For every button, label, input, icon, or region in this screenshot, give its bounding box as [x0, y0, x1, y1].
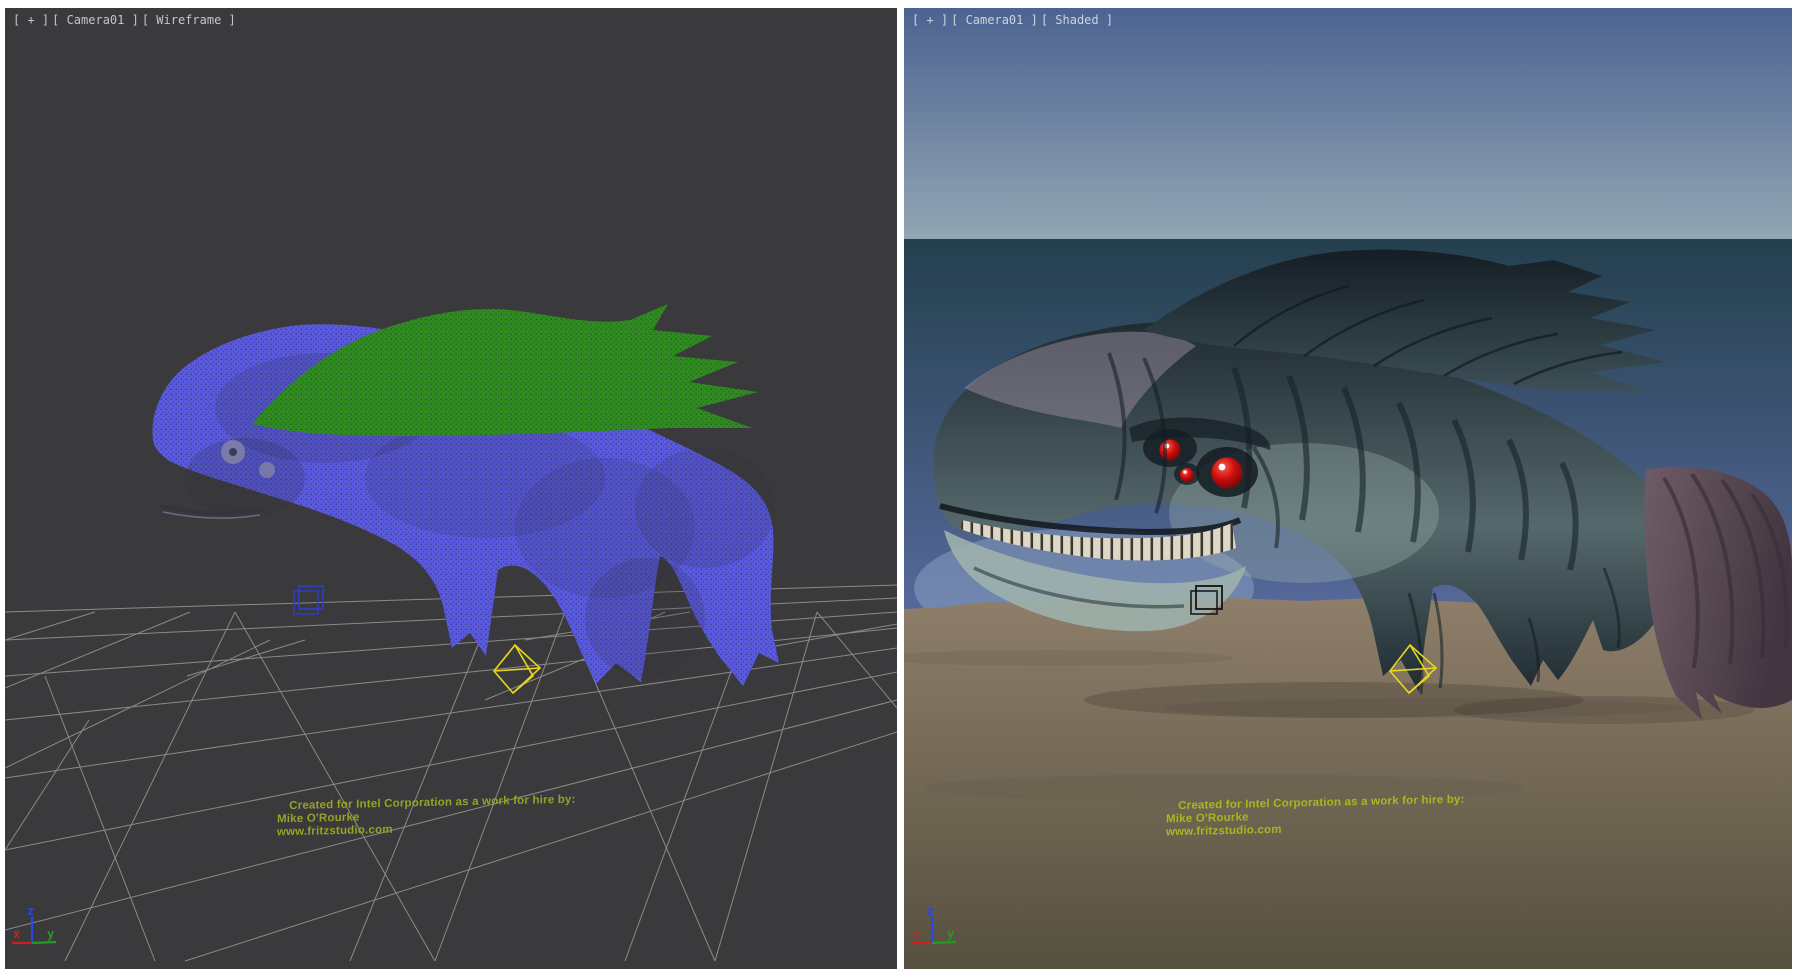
dorsal-fin-stipple: [252, 304, 758, 436]
y-axis-label: y: [947, 927, 954, 941]
fish-eye-left: [1160, 440, 1181, 461]
z-axis-label: z: [927, 904, 934, 918]
credit-text-overlay: Created for Intel Corporation as a work …: [277, 794, 576, 840]
y-axis-line: [32, 942, 56, 943]
x-axis-label: x: [913, 927, 920, 941]
box-helper[interactable]: [294, 586, 323, 614]
viewport-wireframe[interactable]: x y z [ + ][ Camera01 ][ Wireframe ] Cre…: [5, 8, 897, 969]
viewport-menu-right: [ + ][ Camera01 ][ Shaded ]: [912, 13, 1116, 27]
y-axis-label: y: [47, 927, 54, 941]
viewport-general-menu[interactable]: [ + ]: [13, 13, 49, 27]
credit-text-overlay: Created for Intel Corporation as a work …: [1166, 794, 1465, 840]
viewport-shading-menu[interactable]: [ Wireframe ]: [142, 13, 236, 27]
z-axis-label: z: [27, 904, 34, 918]
viewport-shading-menu[interactable]: [ Shaded ]: [1041, 13, 1113, 27]
x-axis-label: x: [13, 927, 20, 941]
fish-eye-middle-highlight: [1183, 470, 1187, 474]
sky-background: [904, 8, 1792, 239]
fish-eye-pupil: [229, 448, 237, 456]
y-axis-line: [932, 942, 956, 943]
viewport-pov-menu[interactable]: [ Camera01 ]: [951, 13, 1038, 27]
fish-eye-right: [1212, 458, 1243, 489]
fish-eye-spot-small: [259, 462, 275, 478]
viewport-menu-left: [ + ][ Camera01 ][ Wireframe ]: [13, 13, 239, 27]
viewport-pov-menu[interactable]: [ Camera01 ]: [52, 13, 139, 27]
viewport-shaded[interactable]: x y z [ + ][ Camera01 ][ Shaded ] Create…: [904, 8, 1792, 969]
fish-eye-middle: [1180, 468, 1194, 482]
fish-eye-right-highlight: [1219, 464, 1226, 471]
axis-tripod: x y z: [12, 904, 56, 943]
viewport-general-menu[interactable]: [ + ]: [912, 13, 948, 27]
